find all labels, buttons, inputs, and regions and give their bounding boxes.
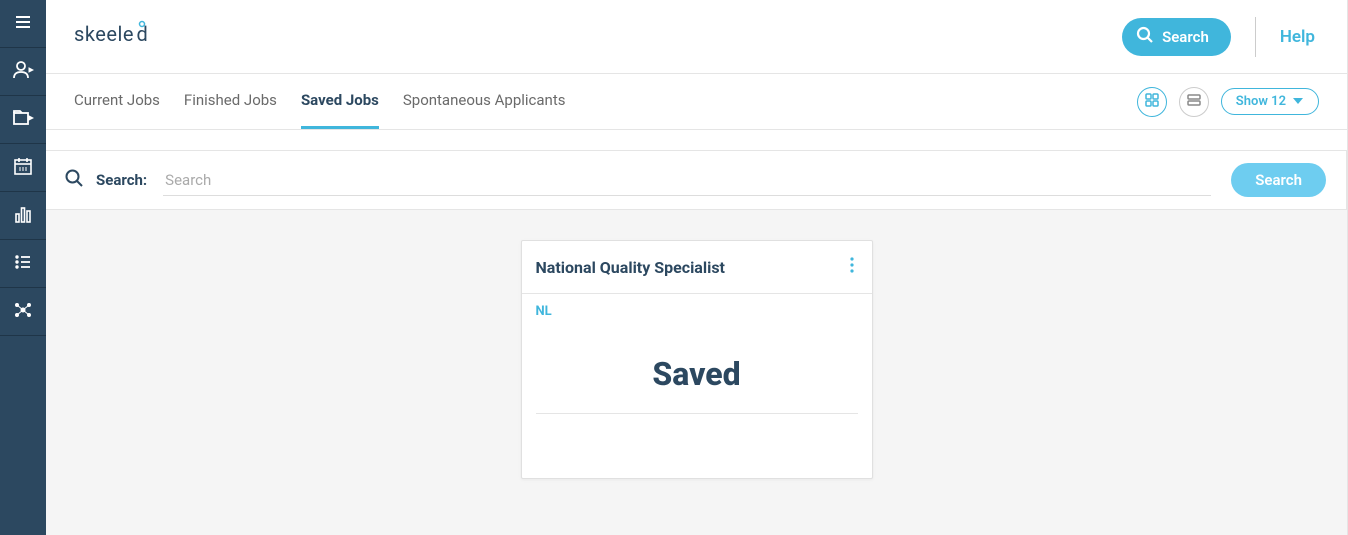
show-count-button[interactable]: Show 12 [1221, 88, 1319, 115]
view-controls: Show 12 [1137, 87, 1319, 117]
tab-finished-jobs[interactable]: Finished Jobs [184, 74, 277, 129]
sidebar-calendar[interactable] [0, 144, 46, 192]
sidebar-network[interactable] [0, 288, 46, 336]
hamburger-icon [13, 12, 33, 36]
grid-view-button[interactable] [1137, 87, 1167, 117]
rows-icon [1187, 93, 1201, 111]
svg-text:d: d [137, 22, 149, 46]
search-label: Search: [96, 171, 147, 189]
card-body: NL Saved [522, 294, 872, 478]
chevron-down-icon [1292, 94, 1304, 109]
tabs-row: Current Jobs Finished Jobs Saved Jobs Sp… [46, 74, 1347, 130]
help-link[interactable]: Help [1280, 27, 1319, 47]
search-input[interactable] [163, 165, 1211, 196]
calendar-icon [13, 156, 33, 180]
search-button[interactable]: Search [1231, 163, 1326, 197]
sidebar-menu[interactable] [0, 0, 46, 48]
header-divider [1255, 17, 1256, 57]
tabs: Current Jobs Finished Jobs Saved Jobs Sp… [74, 74, 566, 129]
job-card[interactable]: National Quality Specialist NL Saved [521, 240, 873, 479]
search-icon [64, 168, 84, 192]
content-area: National Quality Specialist NL Saved [46, 210, 1347, 535]
more-vertical-icon[interactable] [846, 253, 858, 281]
search-icon [1136, 26, 1154, 48]
brand-logo: skeele d [74, 19, 164, 55]
sidebar-list[interactable] [0, 240, 46, 288]
sidebar-people[interactable] [0, 48, 46, 96]
tab-spontaneous[interactable]: Spontaneous Applicants [403, 74, 566, 129]
show-count-label: Show 12 [1236, 94, 1286, 109]
sidebar-stats[interactable] [0, 192, 46, 240]
global-search-button[interactable]: Search [1122, 18, 1231, 56]
tab-current-jobs[interactable]: Current Jobs [74, 74, 160, 129]
card-footer [536, 414, 858, 458]
card-location-tag: NL [536, 304, 858, 319]
search-bar: Search: Search [46, 150, 1347, 210]
global-search-label: Search [1162, 28, 1209, 46]
header-actions: Search Help [1122, 17, 1319, 57]
tab-saved-jobs[interactable]: Saved Jobs [301, 74, 379, 129]
sidebar-folders[interactable] [0, 96, 46, 144]
folder-icon [12, 107, 34, 133]
bar-chart-icon [13, 204, 33, 228]
grid-icon [1145, 93, 1159, 111]
person-icon [12, 59, 34, 85]
svg-text:skeele: skeele [74, 22, 134, 46]
card-title: National Quality Specialist [536, 258, 725, 277]
card-status: Saved [536, 339, 858, 413]
list-icon [13, 252, 33, 276]
main-content: skeele d Search Help Current Jobs Finish… [46, 0, 1348, 535]
network-icon [13, 300, 33, 324]
sidebar [0, 0, 46, 535]
list-view-button[interactable] [1179, 87, 1209, 117]
header: skeele d Search Help [46, 0, 1347, 74]
card-header: National Quality Specialist [522, 241, 872, 294]
